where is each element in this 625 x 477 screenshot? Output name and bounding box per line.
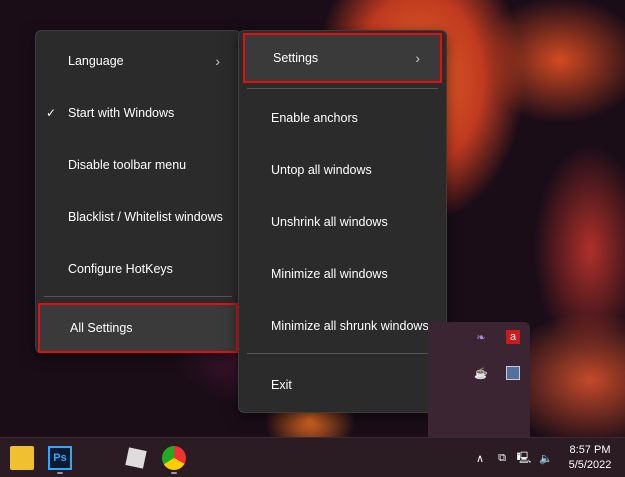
- right-context-menu: Settings › Enable anchors Untop all windo…: [238, 30, 447, 413]
- menu-label: Minimize all windows: [271, 267, 388, 281]
- chevron-up-icon[interactable]: ∧: [468, 446, 492, 470]
- menu-item-disable-toolbar[interactable]: Disable toolbar menu: [36, 145, 240, 185]
- divider: [44, 296, 232, 297]
- menu-label: Language: [68, 54, 124, 68]
- menu-label: Disable toolbar menu: [68, 158, 187, 172]
- feather-icon[interactable]: ❧: [474, 330, 488, 344]
- date: 5/5/2022: [568, 459, 612, 471]
- left-context-menu: Language › ✓ Start with Windows Disable to…: [35, 30, 241, 353]
- menu-label: Blacklist / Whitelist windows: [68, 210, 223, 224]
- menu-item-all-settings[interactable]: All Settings: [38, 303, 238, 353]
- cup-icon[interactable]: ☕: [474, 366, 488, 380]
- menu-item-blacklist[interactable]: Blacklist / Whitelist windows: [36, 197, 240, 237]
- menu-item-exit[interactable]: Exit: [239, 365, 446, 405]
- taskbar: Ps ∧ ⧉ 🖳 🔈 8:57 PM 5/5/2022: [0, 437, 625, 477]
- chevron-right-icon: ›: [215, 53, 220, 69]
- chevron-right-icon: ›: [415, 50, 420, 66]
- menu-label: Untop all windows: [271, 163, 372, 177]
- running-indicator: [171, 472, 177, 474]
- menu-label: Unshrink all windows: [271, 215, 388, 229]
- menu-label: Start with Windows: [68, 106, 175, 120]
- app-red-icon[interactable]: a: [506, 330, 520, 344]
- menu-item-unshrink-all[interactable]: Unshrink all windows: [239, 202, 446, 242]
- menu-item-untop-all[interactable]: Untop all windows: [239, 150, 446, 190]
- checkmark-icon: ✓: [46, 106, 57, 120]
- chrome-icon[interactable]: [162, 446, 186, 470]
- roblox-icon[interactable]: [125, 447, 147, 469]
- divider: [247, 353, 438, 354]
- clock[interactable]: 8:57 PM 5/5/2022: [560, 443, 620, 473]
- window-icon[interactable]: ⧉: [490, 446, 514, 470]
- menu-label: Exit: [271, 378, 292, 392]
- menu-item-start-with-windows[interactable]: ✓ Start with Windows: [36, 93, 240, 133]
- tray-overflow-panel: ❧ a ☕: [428, 322, 530, 445]
- menu-label: Configure HotKeys: [68, 262, 173, 276]
- menu-label: Settings: [273, 51, 319, 65]
- volume-icon[interactable]: 🔈: [534, 446, 558, 470]
- tray-app-icon[interactable]: [506, 366, 520, 380]
- menu-item-enable-anchors[interactable]: Enable anchors: [239, 98, 446, 138]
- menu-item-language[interactable]: Language ›: [36, 41, 240, 81]
- menu-item-configure-hotkeys[interactable]: Configure HotKeys: [36, 249, 240, 289]
- network-icon[interactable]: 🖳: [512, 446, 536, 470]
- menu-item-minimize-shrunk[interactable]: Minimize all shrunk windows: [239, 306, 446, 346]
- time: 8:57 PM: [569, 444, 611, 456]
- menu-item-settings[interactable]: Settings ›: [243, 33, 442, 83]
- menu-label: Enable anchors: [271, 111, 358, 125]
- photoshop-icon[interactable]: Ps: [48, 446, 72, 470]
- file-explorer-icon[interactable]: [10, 446, 34, 470]
- divider: [247, 88, 438, 89]
- menu-label: Minimize all shrunk windows: [271, 319, 429, 333]
- menu-item-minimize-all[interactable]: Minimize all windows: [239, 254, 446, 294]
- menu-label: All Settings: [70, 321, 133, 335]
- running-indicator: [57, 472, 63, 474]
